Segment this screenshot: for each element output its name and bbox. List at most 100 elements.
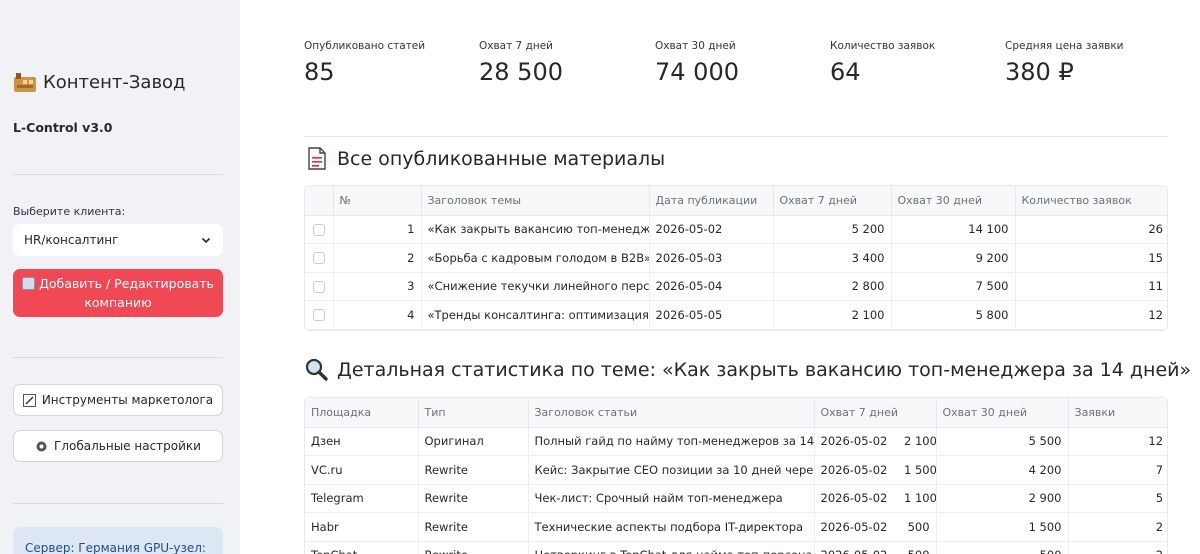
server-info: Сервер: Германия GPU-узел: [13, 527, 223, 554]
row-reach-7: 5 200 [773, 215, 892, 244]
row-number: 3 [333, 272, 422, 301]
details-title: Детальная статистика по теме: «Как закры… [337, 358, 1192, 381]
row-checkbox[interactable] [312, 223, 325, 236]
materials-heading: Все опубликованные материалы [304, 146, 665, 171]
row-reach-7: 2 100 [773, 300, 892, 330]
marketer-tools-button[interactable]: Инструменты маркетолога [13, 384, 223, 416]
row-type: Rewrite [418, 512, 529, 542]
row-date: 2026-05-04 [649, 272, 774, 301]
column-header: Охват 30 дней [936, 398, 1069, 428]
row-platform: TenChat [305, 541, 419, 554]
metric-lead-price: Средняя цена заявки 380 ₽ [1005, 40, 1123, 86]
table-header-row: № Заголовок темы Дата публикации Охват 7… [305, 186, 1167, 216]
row-leads: 5 [1068, 484, 1167, 513]
row-article-title: Нетворкинг в TenChat для найма топ-персо… [528, 541, 815, 554]
row-leads: 2 [1068, 541, 1167, 554]
gear-icon [36, 441, 47, 451]
row-article-title: Технические аспекты подбора IT-директора [528, 512, 815, 542]
metric-value: 85 [304, 58, 335, 86]
sidebar-divider [13, 357, 223, 358]
row-date: 2026-05-02 [814, 484, 898, 513]
client-select-label: Выберите клиента: [13, 205, 126, 218]
row-reach-30: 500 [936, 541, 1069, 554]
row-number: 1 [333, 215, 422, 244]
row-type: Rewrite [418, 455, 529, 485]
row-number: 4 [333, 300, 422, 330]
row-platform: Habr [305, 512, 419, 542]
version-label: L-Control v3.0 [13, 120, 113, 135]
row-leads: 12 [1015, 300, 1167, 330]
global-settings-label: Глобальные настройки [54, 439, 201, 453]
table-row[interactable]: Дзен Оригинал Полный гайд по найму топ-м… [305, 427, 1167, 456]
column-header: Заявки [1068, 398, 1167, 428]
row-type: Rewrite [418, 541, 529, 554]
row-date: 2026-05-02 [814, 512, 898, 542]
row-platform: VC.ru [305, 455, 419, 485]
metric-value: 28 500 [479, 58, 563, 86]
table-row[interactable]: Habr Rewrite Технические аспекты подбора… [305, 512, 1167, 542]
table-row[interactable]: TenChat Rewrite Нетворкинг в TenChat для… [305, 541, 1167, 554]
details-table: Площадка Тип Заголовок статьи Охват 7 дн… [304, 397, 1168, 554]
metric-published: Опубликовано статей 85 [304, 40, 425, 86]
client-select[interactable]: HR/консалтинг [13, 224, 223, 256]
client-select-value: HR/консалтинг [24, 233, 119, 247]
row-reach-30: 5 500 [936, 427, 1069, 456]
table-row[interactable]: Telegram Rewrite Чек-лист: Срочный найм … [305, 484, 1167, 513]
add-button-label-line1: Добавить / Редактировать [39, 276, 214, 291]
row-reach-7: 3 400 [773, 243, 892, 273]
row-reach-7: 2 800 [773, 272, 892, 301]
metric-label: Средняя цена заявки [1005, 40, 1124, 52]
brand-title: Контент-Завод [43, 71, 186, 93]
row-reach-30: 1 500 [936, 512, 1069, 542]
metric-value: 64 [830, 58, 861, 86]
row-checkbox-cell[interactable] [305, 215, 334, 244]
row-reach-7: 2 100 [898, 427, 937, 456]
sidebar: Контент-Завод L-Control v3.0 Выберите кл… [0, 0, 240, 554]
row-title: «Как закрыть вакансию топ-менеджера за 1… [421, 215, 650, 244]
table-row[interactable]: 1 «Как закрыть вакансию топ-менеджера за… [305, 215, 1167, 244]
metric-reach-30: Охват 30 дней 74 000 [655, 40, 739, 86]
metric-value: 74 000 [655, 58, 739, 86]
metric-reach-7: Охват 7 дней 28 500 [479, 40, 563, 86]
notebook-icon [22, 277, 36, 290]
sidebar-divider [13, 503, 223, 504]
global-settings-button[interactable]: Глобальные настройки [13, 430, 223, 462]
row-date: 2026-05-02 [814, 541, 898, 554]
row-checkbox[interactable] [312, 280, 325, 293]
add-button-label-line2: компанию [84, 295, 152, 310]
row-leads: 11 [1015, 272, 1167, 301]
row-leads: 26 [1015, 215, 1167, 244]
table-row[interactable]: 2 «Борьба с кадровым голодом в B2B» 2026… [305, 243, 1167, 273]
metric-label: Количество заявок [830, 40, 936, 52]
row-reach-30: 9 200 [891, 243, 1016, 273]
row-leads: 2 [1068, 512, 1167, 542]
row-checkbox-cell[interactable] [305, 272, 334, 301]
row-date: 2026-05-02 [814, 427, 898, 456]
add-edit-company-button[interactable]: Добавить / Редактировать компанию [13, 269, 223, 317]
table-row[interactable]: 4 «Тренды консалтинга: оптимизация ФОТ» … [305, 300, 1167, 330]
row-number: 2 [333, 243, 422, 273]
row-checkbox[interactable] [312, 309, 325, 322]
row-date: 2026-05-03 [649, 243, 774, 273]
column-header: Количество заявок [1015, 186, 1167, 216]
row-date: 2026-05-05 [649, 300, 774, 330]
row-platform: Дзен [305, 427, 419, 456]
row-platform: Telegram [305, 484, 419, 513]
column-header: Дата публикации [649, 186, 774, 216]
column-header: Площадка [305, 398, 419, 428]
section-divider [304, 136, 1168, 137]
brand: Контент-Завод [13, 71, 186, 93]
row-checkbox[interactable] [312, 252, 325, 265]
row-date: 2026-05-02 [649, 215, 774, 244]
factory-icon [14, 73, 36, 92]
row-reach-30: 7 500 [891, 272, 1016, 301]
row-title: «Тренды консалтинга: оптимизация ФОТ» [421, 300, 650, 330]
row-checkbox-cell[interactable] [305, 243, 334, 273]
row-type: Оригинал [418, 427, 529, 456]
table-row[interactable]: VC.ru Rewrite Кейс: Закрытие CEO позиции… [305, 455, 1167, 485]
row-checkbox-cell[interactable] [305, 300, 334, 330]
marketer-tools-label: Инструменты маркетолога [41, 393, 214, 407]
table-row[interactable]: 3 «Снижение текучки линейного персонала»… [305, 272, 1167, 301]
column-header: Заголовок темы [421, 186, 650, 216]
document-icon [308, 147, 326, 170]
